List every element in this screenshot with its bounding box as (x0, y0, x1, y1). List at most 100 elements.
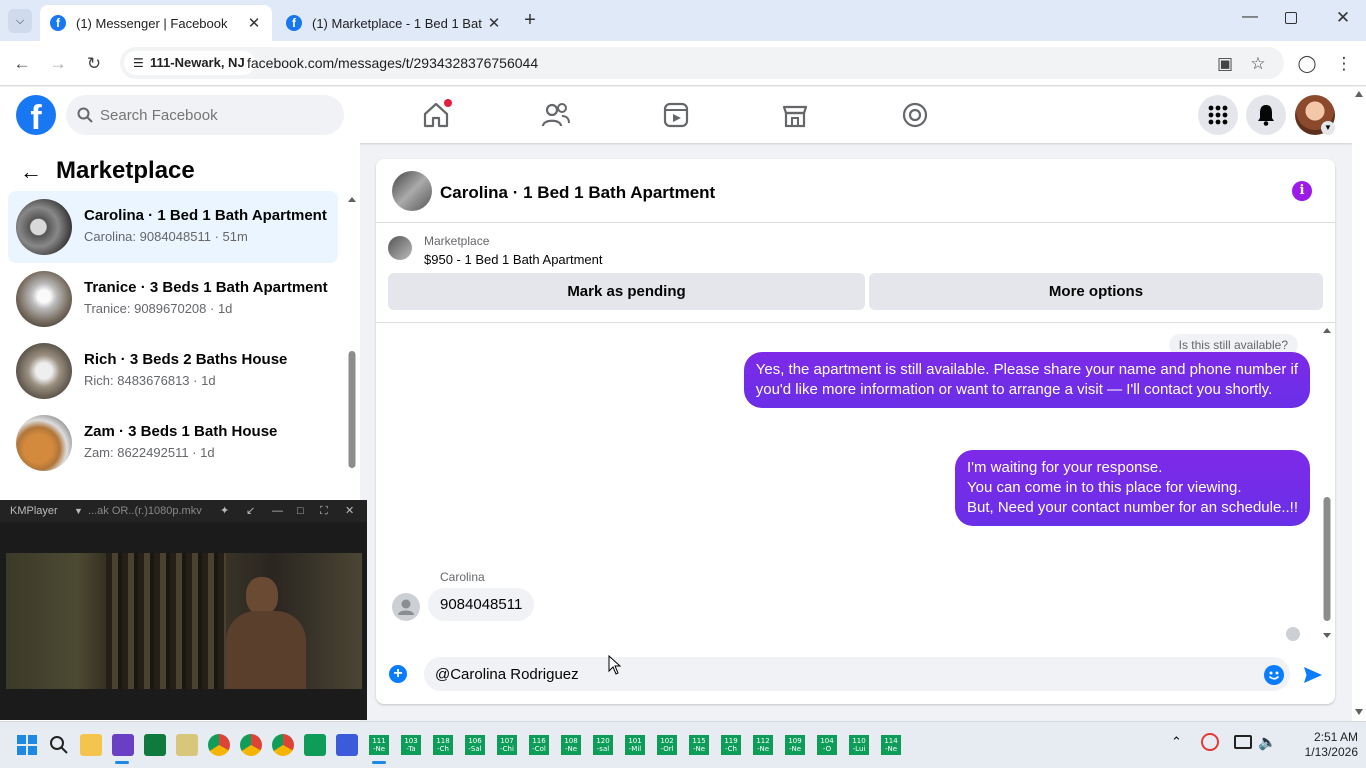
terminal-icon[interactable]: 101 -Mil (625, 735, 645, 755)
terminal-icon[interactable]: 111 -Ne (369, 735, 389, 755)
app-icon[interactable] (336, 734, 358, 756)
chrome-icon[interactable] (272, 734, 294, 756)
friends-icon[interactable] (540, 99, 572, 131)
profile-icon[interactable]: ◯ (1293, 50, 1321, 78)
message-line: you'd like more information or want to a… (755, 381, 1273, 398)
terminal-icon[interactable]: 115 -Ne (689, 735, 709, 755)
back-button[interactable]: ← (8, 50, 36, 78)
pin-icon[interactable]: ✦ (220, 500, 229, 522)
info-icon[interactable]: i (1292, 181, 1312, 201)
chat-listing-avatar[interactable] (392, 171, 432, 211)
media-player-icon[interactable] (112, 734, 134, 756)
listing-title[interactable]: $950 - 1 Bed 1 Bath Apartment (424, 252, 603, 267)
message-composer[interactable] (424, 657, 1290, 691)
terminal-icon[interactable]: 109 -Ne (785, 735, 805, 755)
maximize-icon[interactable]: □ (297, 500, 304, 522)
network-icon[interactable] (1234, 735, 1252, 749)
terminal-icon[interactable]: 118 -Ch (433, 735, 453, 755)
url-text[interactable]: facebook.com/messages/t/2934328376756044 (247, 55, 538, 71)
kmplayer-titlebar[interactable]: KMPlayer ▼ ...ak OR..(r.)1080p.mkv ✦ ↙ —… (0, 500, 367, 522)
home-icon[interactable] (420, 99, 452, 131)
terminal-icon[interactable]: 107 -Chi (497, 735, 517, 755)
new-tab-button[interactable]: + (518, 8, 542, 32)
chat-title[interactable]: Carolina · 1 Bed 1 Bath Apartment (440, 183, 715, 203)
more-options-button[interactable]: More options (869, 273, 1323, 310)
chat-scrollbar[interactable] (1322, 324, 1332, 642)
terminal-icon[interactable]: 119 -Ch (721, 735, 741, 755)
close-tab-icon[interactable]: ✕ (242, 14, 266, 32)
scroll-up-icon[interactable] (1355, 91, 1363, 97)
terminal-icon[interactable]: 120 -sal (593, 735, 613, 755)
install-app-icon[interactable]: ▣ (1211, 50, 1239, 78)
conversation-item[interactable]: Rich · 3 Beds 2 Baths House Rich: 848367… (8, 335, 338, 407)
kmplayer-window[interactable]: KMPlayer ▼ ...ak OR..(r.)1080p.mkv ✦ ↙ —… (0, 500, 367, 720)
bookmark-star-icon[interactable]: ☆ (1244, 50, 1272, 78)
send-icon[interactable] (1303, 665, 1323, 685)
scroll-down-icon[interactable] (1355, 709, 1363, 715)
video-icon[interactable] (660, 99, 692, 131)
emoji-icon[interactable] (1264, 665, 1284, 685)
terminal-icon[interactable]: 110 -Lui (849, 735, 869, 755)
close-tab-icon[interactable]: ✕ (482, 14, 506, 32)
page-scrollbar[interactable] (1352, 87, 1366, 721)
conversation-item[interactable]: Zam · 3 Beds 1 Bath House Zam: 862249251… (8, 407, 338, 479)
gaming-icon[interactable] (899, 99, 931, 131)
fullscreen-icon[interactable]: ⛶ (320, 500, 328, 522)
app-icon[interactable] (144, 734, 166, 756)
taskbar-search-icon[interactable] (48, 734, 70, 756)
close-icon[interactable]: ✕ (345, 500, 354, 522)
tab-messenger[interactable]: f (1) Messenger | Facebook ✕ (40, 5, 272, 41)
incoming-message[interactable]: 9084048511 (428, 588, 535, 621)
close-window-button[interactable]: ✕ (1331, 8, 1355, 32)
terminal-icon[interactable]: 103 -Ta (401, 735, 421, 755)
conversation-item[interactable]: Tranice · 3 Beds 1 Bath Apartment Tranic… (8, 263, 338, 335)
forward-button[interactable]: → (44, 50, 72, 78)
back-arrow-icon[interactable]: ← (20, 159, 42, 185)
sync-icon[interactable] (1201, 733, 1219, 751)
terminal-icon[interactable]: 106 -Sal (465, 735, 485, 755)
notifications-button[interactable] (1246, 95, 1286, 135)
search-bar[interactable] (66, 95, 344, 135)
mini-mode-icon[interactable]: ↙ (246, 500, 255, 522)
minimize-window-button[interactable]: — (1238, 8, 1262, 32)
notepad-icon[interactable] (176, 734, 198, 756)
terminal-icon[interactable]: 112 -Ne (753, 735, 773, 755)
terminal-icon[interactable]: 104 -O (817, 735, 837, 755)
kmplayer-dropdown-icon[interactable]: ▼ (74, 500, 83, 522)
windows-start-icon[interactable] (16, 734, 38, 756)
maximize-window-button[interactable] (1285, 12, 1297, 24)
sender-avatar[interactable] (392, 593, 420, 621)
marketplace-listing-thumbnail[interactable] (388, 236, 412, 260)
tab-search-dropdown[interactable]: ⌵ (8, 9, 32, 33)
more-actions-plus-icon[interactable]: + (389, 665, 407, 683)
reload-button[interactable]: ↻ (80, 50, 108, 78)
address-bar[interactable]: ☰ 111-Newark, NJ facebook.com/messages/t… (120, 47, 1284, 79)
terminal-icon[interactable]: 108 -Ne (561, 735, 581, 755)
outgoing-message[interactable]: I'm waiting for your response. You can c… (954, 450, 1310, 526)
menu-grid-button[interactable] (1198, 95, 1238, 135)
conversation-item[interactable]: Carolina · 1 Bed 1 Bath Apartment Caroli… (8, 191, 338, 263)
show-hidden-icons-chevron[interactable]: ⌃ (1171, 734, 1182, 750)
app-icon[interactable] (304, 734, 326, 756)
account-chevron-icon[interactable]: ▼ (1321, 121, 1335, 135)
outgoing-message[interactable]: Yes, the apartment is still available. P… (743, 352, 1310, 408)
facebook-logo-icon[interactable]: f (16, 95, 56, 135)
file-explorer-icon[interactable] (80, 734, 102, 756)
tab-marketplace[interactable]: f (1) Marketplace - 1 Bed 1 Bath ✕ (276, 5, 512, 41)
video-curtain (106, 553, 226, 689)
minimize-icon[interactable]: — (272, 500, 283, 522)
volume-icon[interactable]: 🔈 (1258, 733, 1277, 751)
terminal-icon[interactable]: 114 -Ne (881, 735, 901, 755)
chrome-icon[interactable] (240, 734, 262, 756)
terminal-icon[interactable]: 116 -Col (529, 735, 549, 755)
message-input[interactable] (435, 657, 1235, 691)
terminal-icon[interactable]: 102 -Orl (657, 735, 677, 755)
chrome-icon[interactable] (208, 734, 230, 756)
mark-pending-button[interactable]: Mark as pending (388, 273, 865, 310)
marketplace-icon[interactable] (779, 99, 811, 131)
system-clock[interactable]: 2:51 AM 1/13/2026 (1290, 730, 1358, 760)
site-info-chip[interactable]: ☰ 111-Newark, NJ (124, 51, 255, 75)
search-input[interactable] (100, 95, 330, 135)
browser-menu-icon[interactable]: ⋮ (1330, 50, 1358, 78)
video-frame[interactable] (6, 553, 362, 689)
